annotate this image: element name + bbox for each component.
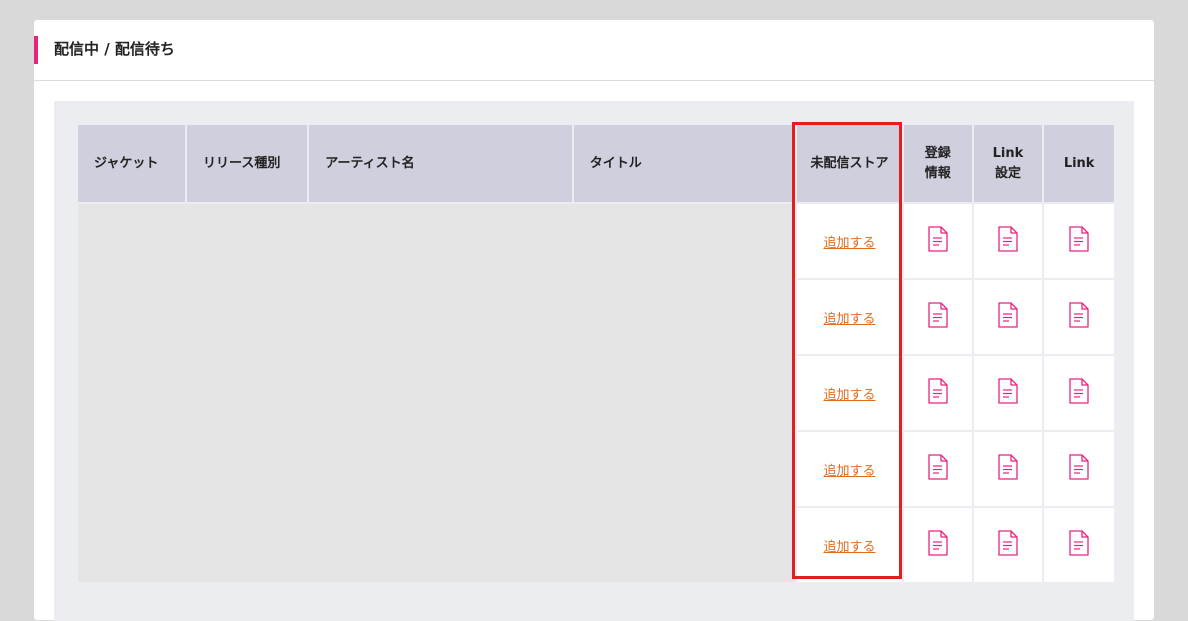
header-title: タイトル xyxy=(573,125,795,202)
add-store-link[interactable]: 追加する xyxy=(823,236,875,251)
header-undelivered-store: 未配信ストア xyxy=(796,125,902,202)
release-panel: 配信中 / 配信待ち ジャケット リリース種別 アーティスト名 タイトル 未配信… xyxy=(34,20,1154,621)
link-document-icon[interactable] xyxy=(1068,302,1090,328)
add-store-link[interactable]: 追加する xyxy=(823,464,875,479)
link-document-icon[interactable] xyxy=(1068,454,1090,480)
registration-document-icon[interactable] xyxy=(927,378,949,404)
store-cell: 追加する xyxy=(796,280,902,354)
registration-cell xyxy=(903,280,972,354)
release-table: ジャケット リリース種別 アーティスト名 タイトル 未配信ストア 登録 情報 L… xyxy=(76,123,1116,584)
link-cell xyxy=(1044,432,1114,506)
link-settings-cell xyxy=(973,280,1043,354)
link-settings-cell xyxy=(973,356,1043,430)
table-header-row: ジャケット リリース種別 アーティスト名 タイトル 未配信ストア 登録 情報 L… xyxy=(78,125,1114,202)
link-document-icon[interactable] xyxy=(1068,226,1090,252)
link-document-icon[interactable] xyxy=(1068,378,1090,404)
store-cell: 追加する xyxy=(796,508,902,582)
registration-cell xyxy=(903,356,972,430)
panel-header: 配信中 / 配信待ち xyxy=(34,20,1154,81)
link-cell xyxy=(1044,280,1114,354)
table-container: ジャケット リリース種別 アーティスト名 タイトル 未配信ストア 登録 情報 L… xyxy=(54,101,1134,621)
link-settings-document-icon[interactable] xyxy=(997,378,1019,404)
registration-cell xyxy=(903,204,972,278)
link-settings-cell xyxy=(973,204,1043,278)
link-settings-document-icon[interactable] xyxy=(997,302,1019,328)
registration-cell xyxy=(903,432,972,506)
title-accent-bar xyxy=(34,36,38,64)
header-registration-info: 登録 情報 xyxy=(903,125,972,202)
header-jacket: ジャケット xyxy=(78,125,186,202)
header-artist: アーティスト名 xyxy=(309,125,572,202)
registration-cell xyxy=(903,508,972,582)
add-store-link[interactable]: 追加する xyxy=(823,540,875,555)
table-row: 追加する xyxy=(78,204,1114,582)
link-settings-cell xyxy=(973,432,1043,506)
link-document-icon[interactable] xyxy=(1068,530,1090,556)
store-cell: 追加する xyxy=(796,432,902,506)
store-cell: 追加する xyxy=(796,204,902,278)
link-settings-document-icon[interactable] xyxy=(997,530,1019,556)
header-link-settings: Link 設定 xyxy=(973,125,1043,202)
registration-document-icon[interactable] xyxy=(927,454,949,480)
link-settings-cell xyxy=(973,508,1043,582)
add-store-link[interactable]: 追加する xyxy=(823,312,875,327)
header-link: Link xyxy=(1044,125,1114,202)
link-settings-document-icon[interactable] xyxy=(997,454,1019,480)
registration-document-icon[interactable] xyxy=(927,530,949,556)
blank-content-area xyxy=(78,204,795,582)
link-settings-document-icon[interactable] xyxy=(997,226,1019,252)
page-title: 配信中 / 配信待ち xyxy=(54,40,175,58)
registration-document-icon[interactable] xyxy=(927,302,949,328)
header-release-type: リリース種別 xyxy=(187,125,308,202)
store-cell: 追加する xyxy=(796,356,902,430)
registration-document-icon[interactable] xyxy=(927,226,949,252)
link-cell xyxy=(1044,204,1114,278)
add-store-link[interactable]: 追加する xyxy=(823,388,875,403)
link-cell xyxy=(1044,508,1114,582)
link-cell xyxy=(1044,356,1114,430)
